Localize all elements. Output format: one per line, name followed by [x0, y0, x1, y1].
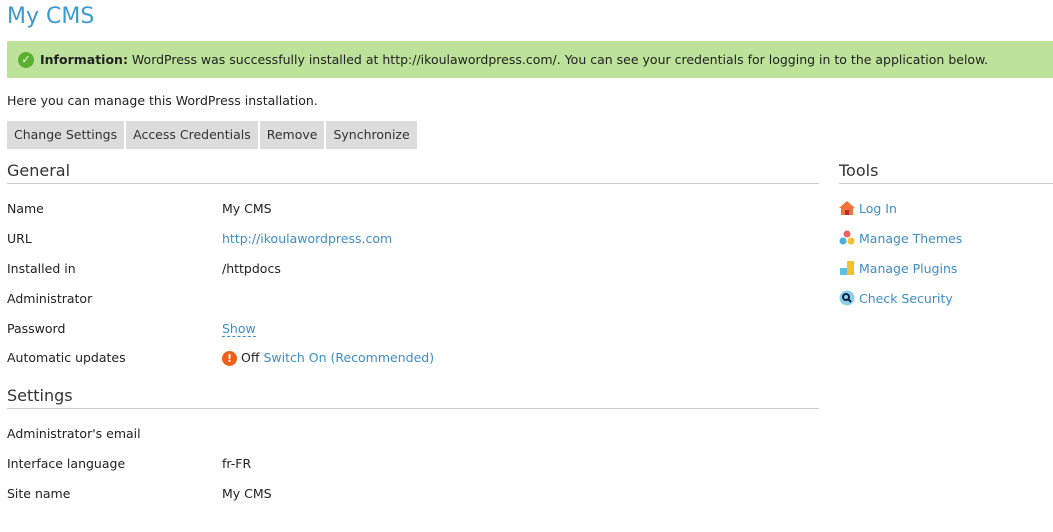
synchronize-button[interactable]: Synchronize: [326, 121, 417, 149]
show-password-link[interactable]: Show: [222, 321, 256, 337]
change-settings-button[interactable]: Change Settings: [7, 121, 125, 149]
tool-manage-plugins[interactable]: Manage Plugins: [839, 260, 957, 276]
row-admin-email: Administrator's email: [7, 426, 222, 441]
label: Site name: [7, 486, 71, 501]
page-title: My CMS: [7, 4, 95, 29]
label: URL: [7, 231, 32, 246]
label: Automatic updates: [7, 350, 126, 365]
row-administrator: Administrator: [7, 291, 222, 306]
row-password: Password Show: [7, 321, 256, 337]
value: Off: [241, 350, 260, 365]
plugins-icon: [840, 261, 854, 275]
row-installed: Installed in/httpdocs: [7, 261, 281, 276]
remove-button[interactable]: Remove: [259, 121, 325, 149]
tool-log-in[interactable]: Log In: [839, 200, 897, 216]
tool-manage-themes[interactable]: Manage Themes: [839, 230, 962, 246]
settings-heading: Settings: [7, 386, 819, 409]
row-site-name: Site name My CMS: [7, 486, 272, 501]
info-label: Information:: [40, 52, 128, 67]
tool-label: Manage Plugins: [859, 260, 958, 276]
label: Name: [7, 201, 44, 216]
tool-check-security[interactable]: Check Security: [839, 290, 953, 306]
info-message: ✓ Information: WordPress was successfull…: [7, 41, 1053, 78]
value: fr-FR: [222, 456, 252, 471]
label: Interface language: [7, 456, 126, 471]
general-heading: General: [7, 161, 819, 184]
security-search-icon: [839, 290, 855, 306]
label: Password: [7, 321, 66, 336]
tool-label: Check Security: [859, 290, 953, 306]
label: Installed in: [7, 261, 76, 276]
tool-label: Manage Themes: [859, 230, 963, 246]
check-icon: ✓: [18, 51, 34, 68]
row-language: Interface language fr-FR: [7, 456, 251, 471]
intro-text: Here you can manage this WordPress insta…: [7, 93, 318, 108]
row-auto-updates: Automatic updates! Off Switch On (Recomme…: [7, 350, 434, 366]
tool-label: Log In: [859, 200, 897, 216]
home-icon: [839, 201, 855, 215]
warning-icon: !: [222, 351, 237, 366]
themes-icon: [839, 230, 855, 245]
action-tabs: Change Settings Access Credentials Remov…: [7, 121, 419, 149]
url-link[interactable]: http://ikoulawordpress.com: [222, 231, 392, 246]
row-url: URL http://ikoulawordpress.com: [7, 231, 392, 246]
switch-on-link[interactable]: Switch On (Recommended): [263, 350, 434, 365]
value: /httpdocs: [222, 261, 281, 276]
info-text: WordPress was successfully installed at …: [127, 52, 989, 67]
value: My CMS: [222, 201, 272, 216]
access-credentials-button[interactable]: Access Credentials: [126, 121, 258, 149]
tools-heading: Tools: [839, 161, 1053, 184]
label: Administrator: [7, 291, 93, 306]
label: Administrator's email: [7, 426, 141, 441]
row-name: Name My CMS: [7, 201, 272, 216]
value: My CMS: [222, 486, 272, 501]
